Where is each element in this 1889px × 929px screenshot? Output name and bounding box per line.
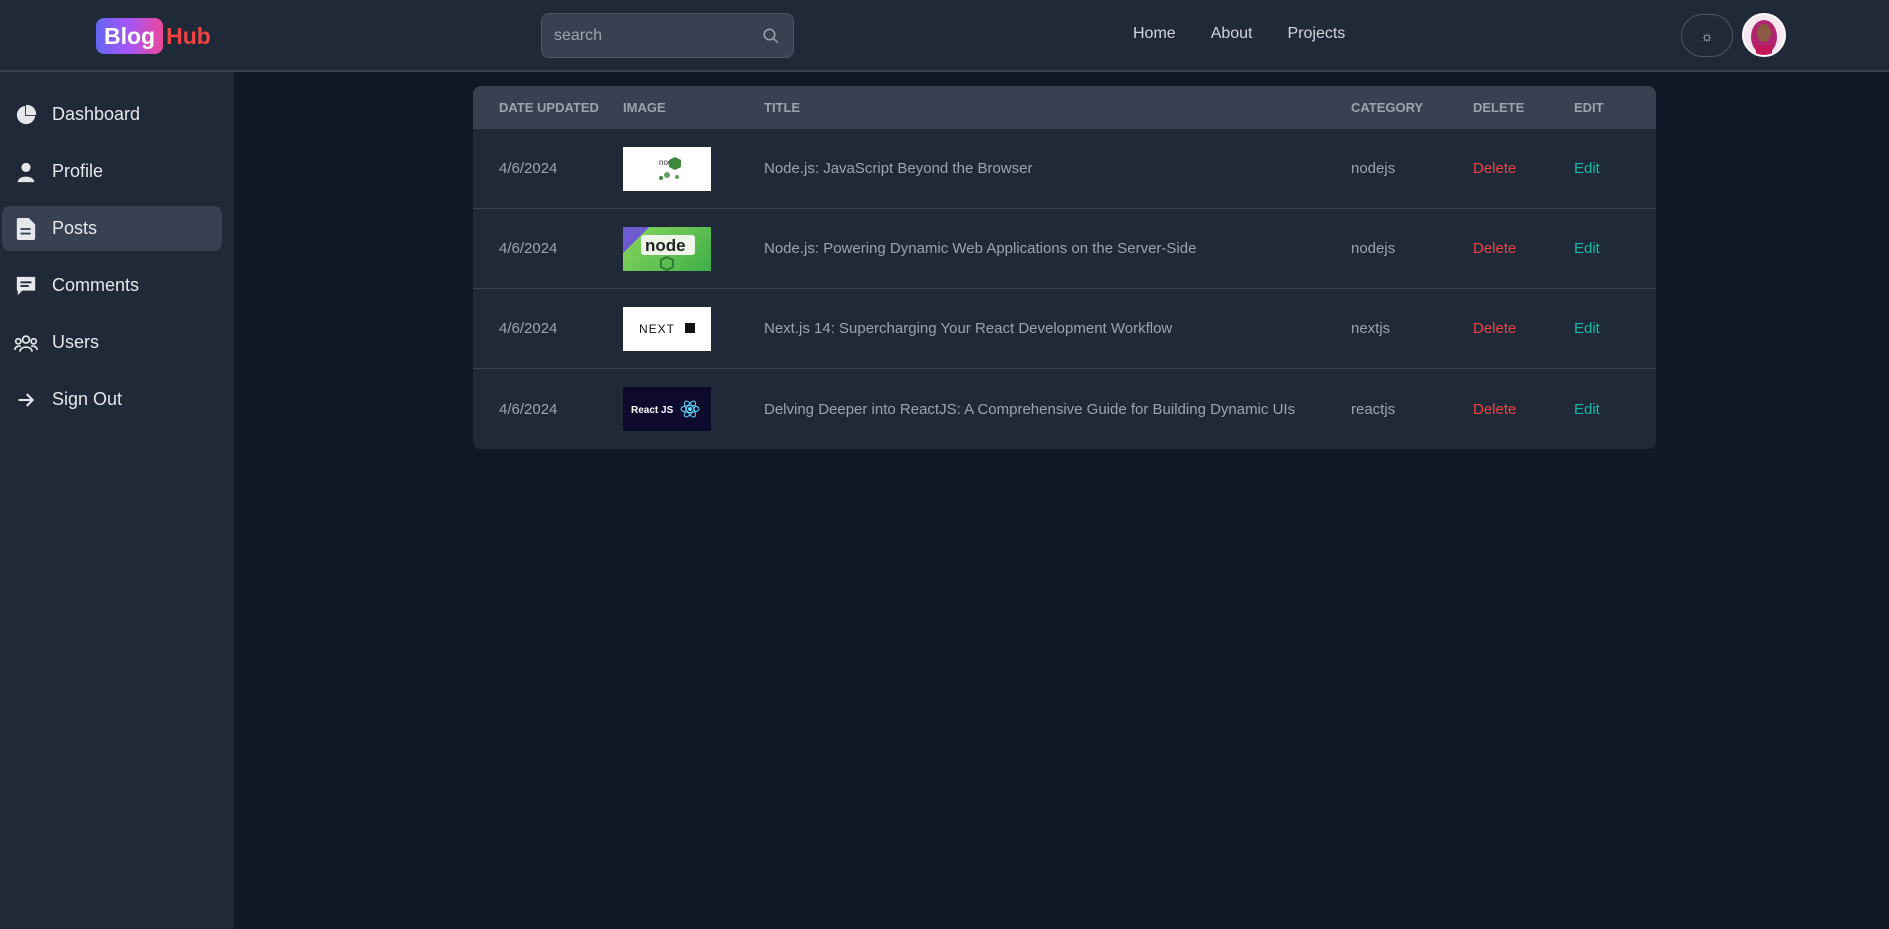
posts-table: Date updated Image Title Category Delete… xyxy=(473,86,1656,449)
edit-link[interactable]: Edit xyxy=(1574,160,1600,177)
sidebar-item-label: Posts xyxy=(52,218,98,238)
theme-toggle-button[interactable]: ☼ xyxy=(1681,14,1733,57)
header-category: Category xyxy=(1351,100,1424,115)
sidebar-item-sign-out[interactable]: Sign Out xyxy=(2,377,222,422)
header-delete: Delete xyxy=(1473,100,1525,115)
category-cell: nextjs xyxy=(1351,320,1391,337)
sidebar-item-label: Comments xyxy=(52,275,140,295)
date-cell: 4/6/2024 xyxy=(499,320,558,337)
sidebar-item-profile[interactable]: Profile xyxy=(2,149,222,194)
nav-projects[interactable]: Projects xyxy=(1288,25,1346,43)
post-title[interactable]: Node.js: Powering Dynamic Web Applicatio… xyxy=(764,240,1351,257)
sidebar-item-label: Profile xyxy=(52,161,104,181)
sun-icon: ☼ xyxy=(1700,27,1714,44)
table-row: 4/6/2024 node Node.js: Powering Dynamic … xyxy=(473,209,1656,289)
users-icon xyxy=(14,331,38,355)
sidebar: Dashboard Profile Posts Comments Users S… xyxy=(0,72,234,929)
sidebar-item-label: Dashboard xyxy=(52,104,141,124)
search-input[interactable] xyxy=(554,26,761,45)
delete-button[interactable]: Delete xyxy=(1473,320,1516,337)
post-thumbnail[interactable]: node xyxy=(623,226,711,271)
date-cell: 4/6/2024 xyxy=(499,400,558,418)
edit-link[interactable]: Edit xyxy=(1574,320,1600,337)
sidebar-item-users[interactable]: Users xyxy=(2,320,222,365)
sidebar-item-posts[interactable]: Posts xyxy=(2,206,222,251)
search-box xyxy=(541,13,794,58)
document-icon xyxy=(14,217,38,241)
user-icon xyxy=(14,160,38,184)
edit-link[interactable]: Edit xyxy=(1574,240,1600,257)
post-title[interactable]: Next.js 14: Supercharging Your React Dev… xyxy=(764,320,1351,337)
post-thumbnail[interactable]: NEXT xyxy=(623,306,711,351)
edit-link[interactable]: Edit xyxy=(1574,401,1600,418)
table-row: 4/6/2024 node Node.js: JavaScript Beyond… xyxy=(473,129,1656,209)
post-title[interactable]: Delving Deeper into ReactJS: A Comprehen… xyxy=(764,401,1351,418)
sidebar-item-label: Sign Out xyxy=(52,389,123,409)
date-cell: 4/6/2024 xyxy=(499,160,558,177)
sidebar-item-label: Users xyxy=(52,332,100,352)
table-row: 4/6/2024 NEXT Next.js 14: Supercharging … xyxy=(473,289,1656,369)
post-thumbnail[interactable]: React JS xyxy=(623,387,711,431)
header-image: Image xyxy=(623,100,666,115)
table-header: Date updated Image Title Category Delete… xyxy=(473,86,1656,129)
post-title[interactable]: Node.js: JavaScript Beyond the Browser xyxy=(764,160,1351,177)
thumb-react-text: React JS xyxy=(631,405,674,416)
thumb-next-text: NEXT xyxy=(639,322,675,336)
pie-chart-icon xyxy=(14,103,38,127)
sidebar-item-dashboard[interactable]: Dashboard xyxy=(2,92,222,137)
nav-about[interactable]: About xyxy=(1211,25,1253,43)
comment-icon xyxy=(14,274,38,298)
main-nav: Home About Projects xyxy=(1133,25,1345,43)
sidebar-item-comments[interactable]: Comments xyxy=(2,263,222,308)
header-date: Date updated xyxy=(499,100,599,115)
date-cell: 4/6/2024 xyxy=(499,240,558,257)
delete-button[interactable]: Delete xyxy=(1473,240,1516,257)
post-thumbnail[interactable]: node xyxy=(623,146,711,191)
category-cell: nodejs xyxy=(1351,240,1396,257)
search-icon[interactable] xyxy=(761,26,781,46)
arrow-right-icon xyxy=(14,388,38,412)
header-title: Title xyxy=(764,100,801,115)
nav-home[interactable]: Home xyxy=(1133,25,1176,43)
delete-button[interactable]: Delete xyxy=(1473,160,1516,177)
top-header: Blog Hub Home About Projects ☼ xyxy=(0,0,1889,72)
avatar[interactable] xyxy=(1742,13,1786,57)
header-edit: Edit xyxy=(1574,100,1604,115)
category-cell: reactjs xyxy=(1351,400,1396,418)
table-row: 4/6/2024 React JS Delving Deeper into Re… xyxy=(473,369,1656,449)
logo-hub: Hub xyxy=(166,22,211,49)
logo-blog: Blog xyxy=(96,18,164,54)
delete-button[interactable]: Delete xyxy=(1473,401,1516,418)
thumb-node-text: node xyxy=(645,236,686,255)
category-cell: nodejs xyxy=(1351,160,1396,177)
logo[interactable]: Blog Hub xyxy=(96,18,211,54)
